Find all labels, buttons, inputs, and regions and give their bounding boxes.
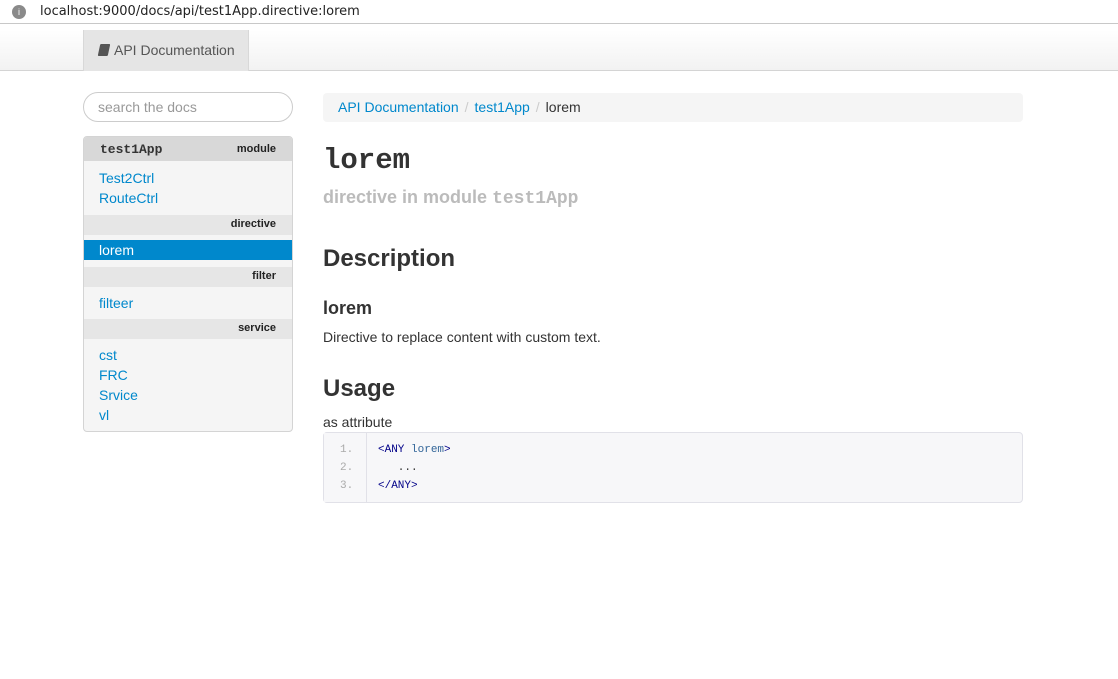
section-filter-label: filter (252, 270, 276, 282)
sidebar-item-routectrl[interactable]: RouteCtrl (84, 188, 292, 208)
top-navbar: API Documentation (0, 30, 1118, 71)
module-name[interactable]: test1App (100, 142, 162, 157)
line-number: 3. (340, 480, 354, 492)
description-heading: Description (323, 245, 456, 272)
api-documentation-nav-button[interactable]: API Documentation (83, 30, 249, 71)
sidebar-item-cst[interactable]: cst (84, 345, 292, 365)
browser-address-bar[interactable]: i localhost:9000/docs/api/test1App.direc… (0, 0, 1118, 24)
item-heading: lorem (323, 298, 373, 318)
code-line: <ANY lorem> (378, 444, 451, 456)
breadcrumb-api-documentation[interactable]: API Documentation (338, 99, 459, 115)
section-service: service (84, 319, 292, 339)
module-type-label: module (236, 143, 276, 155)
breadcrumb-test1app[interactable]: test1App (475, 99, 530, 115)
breadcrumb-separator: / (464, 99, 469, 115)
address-url[interactable]: localhost:9000/docs/api/test1App.directi… (40, 4, 360, 19)
usage-code-block: 1. 2. 3. <ANY lorem> ... </ANY> (323, 432, 1023, 503)
sidebar-nav: test1App module Test2Ctrl RouteCtrl dire… (83, 136, 293, 432)
section-filter: filter (84, 267, 292, 287)
section-service-label: service (238, 322, 276, 334)
filters-group: filteer (84, 287, 292, 319)
breadcrumb-current: lorem (545, 99, 581, 115)
usage-heading: Usage (323, 375, 396, 402)
usage-type: as attribute (323, 414, 393, 430)
directives-group: lorem (84, 235, 292, 267)
line-number: 1. (340, 444, 354, 456)
code-line: </ANY> (378, 480, 418, 492)
page-subtitle: directive in module test1App (323, 187, 578, 209)
brand-label: API Documentation (114, 42, 235, 58)
description-text: Directive to replace content with custom… (323, 329, 601, 345)
subtitle-prefix: directive in module (323, 187, 488, 207)
line-number: 2. (340, 462, 354, 474)
controllers-group: Test2Ctrl RouteCtrl (84, 161, 292, 215)
code-gutter: 1. 2. 3. (324, 433, 367, 502)
services-group: cst FRC Srvice vl (84, 339, 292, 431)
code-tag-close: > (444, 444, 451, 456)
search-input[interactable] (83, 92, 293, 122)
breadcrumb-separator: / (535, 99, 540, 115)
sidebar-item-srvice[interactable]: Srvice (84, 385, 292, 405)
breadcrumb: API Documentation / test1App / lorem (323, 93, 1023, 122)
section-directive-label: directive (230, 218, 276, 230)
section-directive: directive (84, 215, 292, 235)
code-tag-open: <ANY (378, 444, 405, 456)
site-info-icon[interactable]: i (12, 5, 26, 19)
sidebar-item-vl[interactable]: vl (84, 405, 292, 425)
sidebar-item-lorem[interactable]: lorem (84, 240, 292, 260)
page-title: lorem (323, 144, 411, 177)
sidebar-item-test2ctrl[interactable]: Test2Ctrl (84, 168, 292, 188)
subtitle-module: test1App (492, 189, 579, 209)
code-line: ... (378, 462, 418, 474)
book-icon (97, 44, 111, 56)
module-header: test1App module (84, 137, 292, 161)
sidebar-item-frc[interactable]: FRC (84, 365, 292, 385)
sidebar-item-filteer[interactable]: filteer (84, 293, 292, 313)
code-attribute: lorem (411, 444, 445, 456)
